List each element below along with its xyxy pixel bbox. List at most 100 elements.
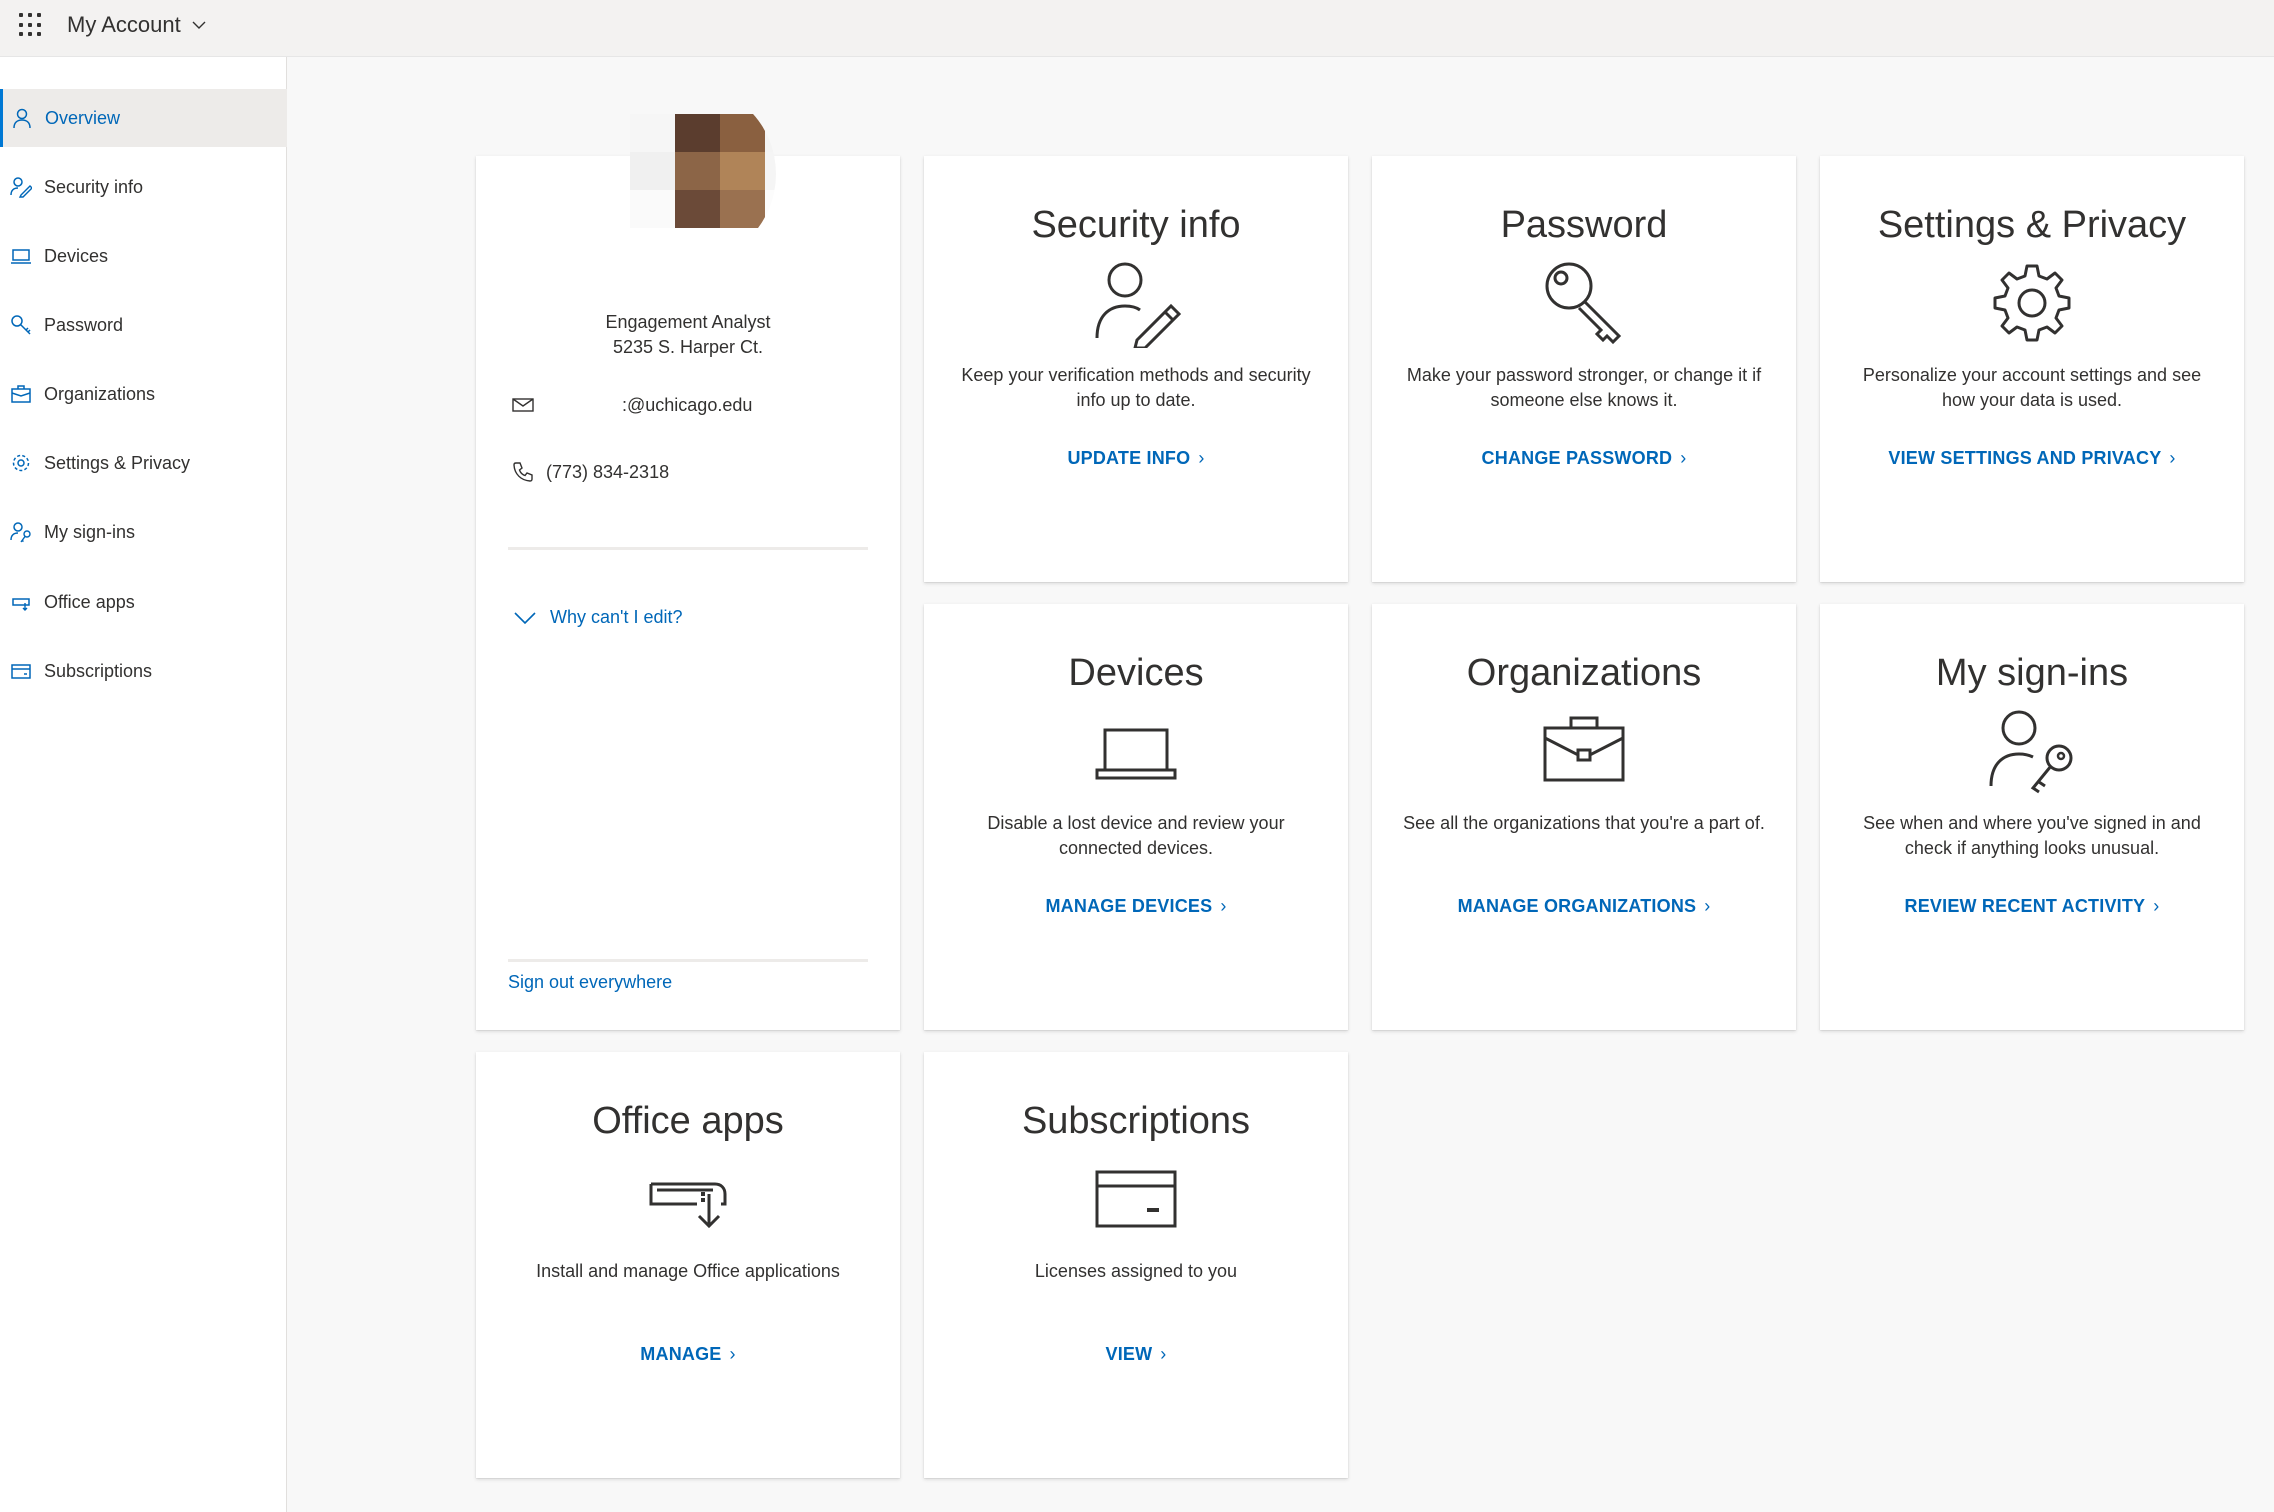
phone-icon [513,462,533,482]
sidebar-item-label: Password [44,314,124,335]
mail-icon [512,398,534,412]
key-icon [1539,258,1629,348]
tile-link-label: VIEW [1105,1344,1153,1364]
tile-description: Keep your verification methods and secur… [961,365,1311,410]
app-title: My Account [67,12,181,37]
manage-organizations-link[interactable]: MANAGE ORGANIZATIONS › [1372,896,1796,917]
tile-password: Password Make your password stronger, or… [1372,156,1796,582]
laptop-icon [10,245,32,267]
person-key-icon [10,521,32,543]
person-edit-icon [10,176,32,198]
chevron-right-icon: › [2169,448,2176,468]
job-title: Engagement Analyst [605,312,771,332]
tile-description: Personalize your account settings and se… [1862,365,2202,410]
chevron-right-icon: › [1198,448,1205,468]
profile-divider [508,959,868,962]
chevron-down-icon [514,611,536,624]
tile-link-label: CHANGE PASSWORD [1481,448,1673,468]
tile-link-label: REVIEW RECENT ACTIVITY [1904,896,2146,916]
tile-organizations: Organizations See all the organizations … [1372,604,1796,1030]
tile-title: Office apps [592,1100,784,1142]
tile-title: Security info [1031,204,1241,246]
laptop-icon [1091,706,1181,796]
sidebar-item-label: Organizations [44,383,156,404]
profile-divider [508,547,868,550]
person-icon [11,107,33,129]
chevron-right-icon: › [1160,1344,1167,1364]
tile-link-label: UPDATE INFO [1067,448,1191,468]
sidebar-item-office-apps[interactable]: Office apps [0,573,287,631]
app-launcher-icon[interactable] [19,13,43,37]
tile-description: Make your password stronger, or change i… [1406,365,1762,410]
briefcase-icon [10,383,32,405]
sidebar-item-security-info[interactable]: Security info [0,158,287,216]
tile-my-sign-ins: My sign-ins See when and where you've si… [1820,604,2244,1030]
sidebar-item-organizations[interactable]: Organizations [0,365,287,423]
tile-description: Disable a lost device and review your co… [987,813,1285,858]
profile-card: Engagement Analyst 5235 S. Harper Ct. :@… [476,114,900,1030]
app-title-menu[interactable]: My Account [67,12,207,38]
tile-title: My sign-ins [1935,652,2129,694]
person-key-icon [1987,706,2077,796]
chevron-right-icon: › [1680,448,1687,468]
phone-row: (773) 834-2318 [512,461,669,483]
key-icon [10,314,32,336]
tile-link-label: MANAGE ORGANIZATIONS [1457,896,1697,916]
sidebar-item-devices[interactable]: Devices [0,227,287,285]
change-password-link[interactable]: CHANGE PASSWORD › [1372,448,1796,469]
tile-link-label: VIEW SETTINGS AND PRIVACY [1888,448,2162,468]
gear-icon [10,452,32,474]
card-icon [10,660,32,682]
why-cant-edit-link[interactable]: Why can't I edit? [514,607,683,628]
sidebar-item-label: Devices [44,245,109,266]
tile-security-info: Security info Keep your verification met… [924,156,1348,582]
card-icon [1091,1154,1181,1244]
tile-description: Licenses assigned to you [1034,1261,1238,1281]
chevron-right-icon: › [2153,896,2160,916]
office-apps-icon [643,1154,733,1244]
gear-icon [1987,258,2077,348]
person-edit-icon [1091,258,1182,350]
sidebar-item-label: Overview [45,107,121,128]
tile-title: Devices [1068,652,1204,694]
chevron-right-icon: › [1704,896,1711,916]
view-settings-and-privacy-link[interactable]: VIEW SETTINGS AND PRIVACY › [1820,448,2244,469]
tile-subscriptions: Subscriptions Licenses assigned to you V… [924,1052,1348,1478]
tile-settings-privacy: Settings & Privacy Personalize your acco… [1820,156,2244,582]
tile-link-label: MANAGE DEVICES [1045,896,1213,916]
sidebar-item-overview[interactable]: Overview [0,89,287,147]
sign-out-everywhere-link[interactable]: Sign out everywhere [508,972,672,993]
sidebar-item-label: Subscriptions [44,660,153,681]
office-apps-icon [10,591,32,613]
sidebar-item-label: My sign-ins [44,521,136,542]
sidebar-item-label: Security info [44,176,144,197]
manage-office-apps-link[interactable]: MANAGE › [476,1344,900,1365]
tile-title: Subscriptions [1021,1100,1251,1142]
tile-title: Settings & Privacy [1877,204,2187,246]
sidebar-item-settings-privacy[interactable]: Settings & Privacy [0,434,287,492]
sidebar-nav: Overview Security info Devices Password … [0,57,287,1512]
sidebar-item-subscriptions[interactable]: Subscriptions [0,642,287,700]
email-text: :@uchicago.edu [622,394,753,415]
tile-office-apps: Office apps Install and manage Office ap… [476,1052,900,1478]
manage-devices-link[interactable]: MANAGE DEVICES › [924,896,1348,917]
tile-title: Password [1500,204,1668,246]
tile-description: See all the organizations that you're a … [1403,813,1765,833]
sidebar-item-my-sign-ins[interactable]: My sign-ins [0,503,287,561]
view-subscriptions-link[interactable]: VIEW › [924,1344,1348,1365]
briefcase-icon [1539,706,1629,796]
tile-description: Install and manage Office applications [536,1261,840,1281]
chevron-right-icon: › [1220,896,1227,916]
tile-link-label: MANAGE [640,1344,722,1364]
chevron-down-icon [192,21,206,29]
sidebar-item-label: Settings & Privacy [44,452,191,473]
update-info-link[interactable]: UPDATE INFO › [924,448,1348,469]
top-bar: My Account [0,0,2274,57]
review-recent-activity-link[interactable]: REVIEW RECENT ACTIVITY › [1820,896,2244,917]
sidebar-item-label: Office apps [44,591,135,612]
tile-title: Organizations [1466,652,1702,694]
sidebar-item-password[interactable]: Password [0,296,287,354]
tile-devices: Devices Disable a lost device and review… [924,604,1348,1030]
tile-description: See when and where you've signed in and … [1863,813,2201,858]
avatar [596,84,776,264]
